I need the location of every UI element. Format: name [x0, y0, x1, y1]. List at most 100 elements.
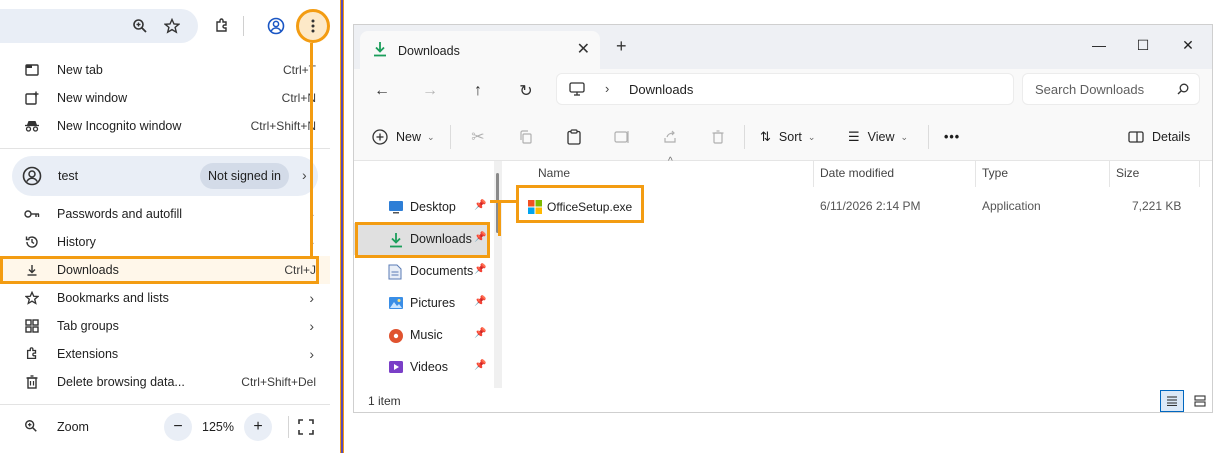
extensions-icon	[24, 346, 40, 362]
tiles-view-button[interactable]	[1188, 390, 1212, 412]
search-input[interactable]: Search Downloads	[1022, 73, 1200, 105]
explorer-tab-downloads[interactable]: Downloads ✕	[360, 31, 600, 69]
details-pane-button[interactable]: Details	[1128, 123, 1190, 151]
delete-icon[interactable]	[708, 127, 728, 147]
status-bar: 1 item	[354, 388, 1212, 412]
documents-icon	[388, 264, 404, 280]
add-circle-icon	[372, 129, 388, 145]
highlight-connector	[490, 200, 516, 203]
menu-item-label: New tab	[57, 63, 103, 77]
copy-icon[interactable]	[516, 127, 536, 147]
highlight-downloads-menu-item	[0, 256, 319, 284]
menu-item-label: Delete browsing data...	[57, 375, 185, 389]
zoom-row: Zoom − 125% +	[0, 410, 330, 444]
zoom-in-button[interactable]: +	[244, 413, 272, 441]
profile-icon	[22, 166, 42, 186]
chevron-down-icon: ⌄	[900, 131, 909, 142]
rename-icon[interactable]	[612, 127, 632, 147]
command-separator	[928, 125, 929, 149]
explorer-title-bar: Downloads ✕ + — ☐ ✕	[354, 25, 1212, 69]
paste-icon[interactable]	[564, 127, 584, 147]
menu-item-passwords-and-autofill[interactable]: Passwords and autofill ›	[0, 200, 330, 228]
zoom-out-button[interactable]: −	[164, 413, 192, 441]
menu-divider	[0, 148, 330, 149]
view-button[interactable]: ☰ View ⌄	[848, 123, 908, 151]
refresh-icon[interactable]: ↻	[512, 79, 540, 103]
menu-item-new-window[interactable]: New window Ctrl+N	[0, 84, 330, 112]
trash-icon	[24, 374, 40, 390]
column-header-type[interactable]: Type	[976, 161, 1110, 187]
nav-item-videos[interactable]: Videos 📌	[354, 351, 490, 383]
search-icon	[1177, 82, 1189, 100]
item-count: 1 item	[368, 394, 401, 408]
navigation-scrollbar[interactable]	[494, 161, 502, 388]
extensions-puzzle-icon[interactable]	[210, 14, 234, 38]
new-window-icon	[24, 90, 40, 106]
profile-avatar-icon[interactable]	[264, 14, 288, 38]
more-options-button[interactable]: •••	[944, 123, 960, 151]
tab-groups-icon	[24, 318, 40, 334]
profile-row[interactable]: test Not signed in ›	[12, 156, 318, 196]
chevron-down-icon: ⌄	[807, 131, 816, 142]
zoom-label: Zoom	[57, 420, 89, 434]
back-arrow-icon[interactable]: ←	[368, 79, 396, 103]
sort-button[interactable]: ⇅ Sort ⌄	[760, 123, 815, 151]
zoom-icon[interactable]	[128, 14, 152, 38]
menu-item-shortcut: Ctrl+Shift+N	[250, 119, 316, 133]
explorer-nav-bar: ← → ↑ ↻ › Downloads Search Downloads	[354, 69, 1212, 113]
chrome-main-menu: New tab Ctrl+T New window Ctrl+N New Inc…	[0, 50, 330, 453]
explorer-command-bar: New ⌄ ✂ ⇅ Sort ⌄ ☰ View ⌄ ••• Details	[354, 113, 1212, 161]
menu-item-extensions[interactable]: Extensions ›	[0, 340, 330, 368]
highlight-nav-downloads	[355, 222, 490, 258]
nav-item-documents[interactable]: Documents 📌	[354, 255, 490, 287]
address-bar[interactable]: › Downloads	[556, 73, 1014, 105]
chevron-right-icon: ›	[302, 167, 307, 183]
pin-icon: 📌	[474, 360, 487, 371]
sort-button-label: Sort	[778, 130, 802, 144]
menu-item-tab-groups[interactable]: Tab groups ›	[0, 312, 330, 340]
menu-item-label: Bookmarks and lists	[57, 291, 169, 305]
zoom-icon	[24, 419, 38, 438]
fullscreen-icon[interactable]	[298, 419, 314, 440]
up-arrow-icon[interactable]: ↑	[464, 79, 492, 103]
bookmark-star-icon[interactable]	[160, 14, 184, 38]
chrome-menu-button[interactable]	[296, 9, 330, 43]
forward-arrow-icon[interactable]: →	[416, 79, 444, 103]
details-view-button[interactable]	[1160, 390, 1184, 412]
column-header-name[interactable]: Name	[532, 161, 814, 187]
highlight-connector	[310, 43, 313, 258]
pin-icon: 📌	[474, 296, 487, 307]
chevron-right-icon: ›	[309, 290, 314, 306]
menu-item-label: Tab groups	[57, 319, 119, 333]
cut-icon[interactable]: ✂	[468, 127, 488, 147]
details-pane-icon	[1128, 131, 1144, 143]
menu-item-label: Extensions	[57, 347, 119, 361]
menu-item-new-tab[interactable]: New tab Ctrl+T	[0, 56, 330, 84]
highlight-officesetup-file	[516, 185, 644, 223]
breadcrumb-downloads[interactable]: Downloads	[629, 82, 693, 97]
new-tab-button[interactable]: +	[616, 36, 627, 57]
minimize-button[interactable]: —	[1079, 31, 1119, 59]
menu-item-new-incognito-window[interactable]: New Incognito window Ctrl+Shift+N	[0, 112, 330, 140]
music-icon	[388, 328, 404, 344]
nav-item-pictures[interactable]: Pictures 📌	[354, 287, 490, 319]
column-header-size[interactable]: Size	[1110, 161, 1200, 187]
menu-item-history[interactable]: History ›	[0, 228, 330, 256]
menu-item-delete-browsing-data[interactable]: Delete browsing data... Ctrl+Shift+Del	[0, 368, 330, 396]
close-tab-icon[interactable]: ✕	[577, 39, 590, 59]
maximize-button[interactable]: ☐	[1123, 31, 1163, 59]
close-window-button[interactable]: ✕	[1168, 31, 1208, 59]
nav-item-label: Documents	[410, 264, 474, 278]
menu-item-shortcut: Ctrl+Shift+Del	[241, 375, 316, 389]
nav-item-desktop[interactable]: Desktop 📌	[354, 191, 490, 223]
chevron-right-icon: ›	[309, 318, 314, 334]
file-explorer-window: Downloads ✕ + — ☐ ✕ ← → ↑ ↻ › Downloads …	[353, 24, 1213, 413]
download-icon	[372, 41, 388, 62]
column-header-date-modified[interactable]: Date modified	[814, 161, 976, 187]
new-button[interactable]: New ⌄	[372, 123, 435, 151]
nav-item-music[interactable]: Music 📌	[354, 319, 490, 351]
menu-item-bookmarks-and-lists[interactable]: Bookmarks and lists ›	[0, 284, 330, 312]
nav-item-label: Videos	[410, 360, 448, 374]
search-placeholder: Search Downloads	[1035, 82, 1145, 97]
share-icon[interactable]	[660, 127, 680, 147]
